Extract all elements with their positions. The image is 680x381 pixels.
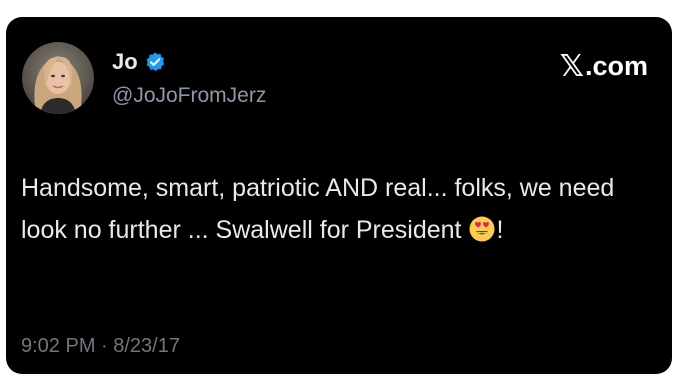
avatar[interactable] [22,42,94,114]
timestamp[interactable]: 9:02 PM · 8/23/17 [21,335,180,358]
tweet-text: Handsome, smart, patriotic AND real... f… [21,167,661,251]
brand-domain: .com [584,51,648,81]
heart-eyes-emoji-icon [468,214,496,242]
handle[interactable]: @JoJoFromJerz [112,84,266,108]
display-name[interactable]: Jo [112,49,138,75]
brand-logo[interactable]: 𝕏 .com [560,49,648,84]
x-logo-icon: 𝕏 [559,49,584,84]
verified-badge-icon [144,51,166,73]
tweet-card: Jo @JoJoFromJerz 𝕏 .com Handsome, smart,… [6,17,672,374]
tweet-text-tail: ! [496,216,504,244]
tweet-text-body: Handsome, smart, patriotic AND real... f… [21,174,615,244]
name-row: Jo [112,49,166,75]
